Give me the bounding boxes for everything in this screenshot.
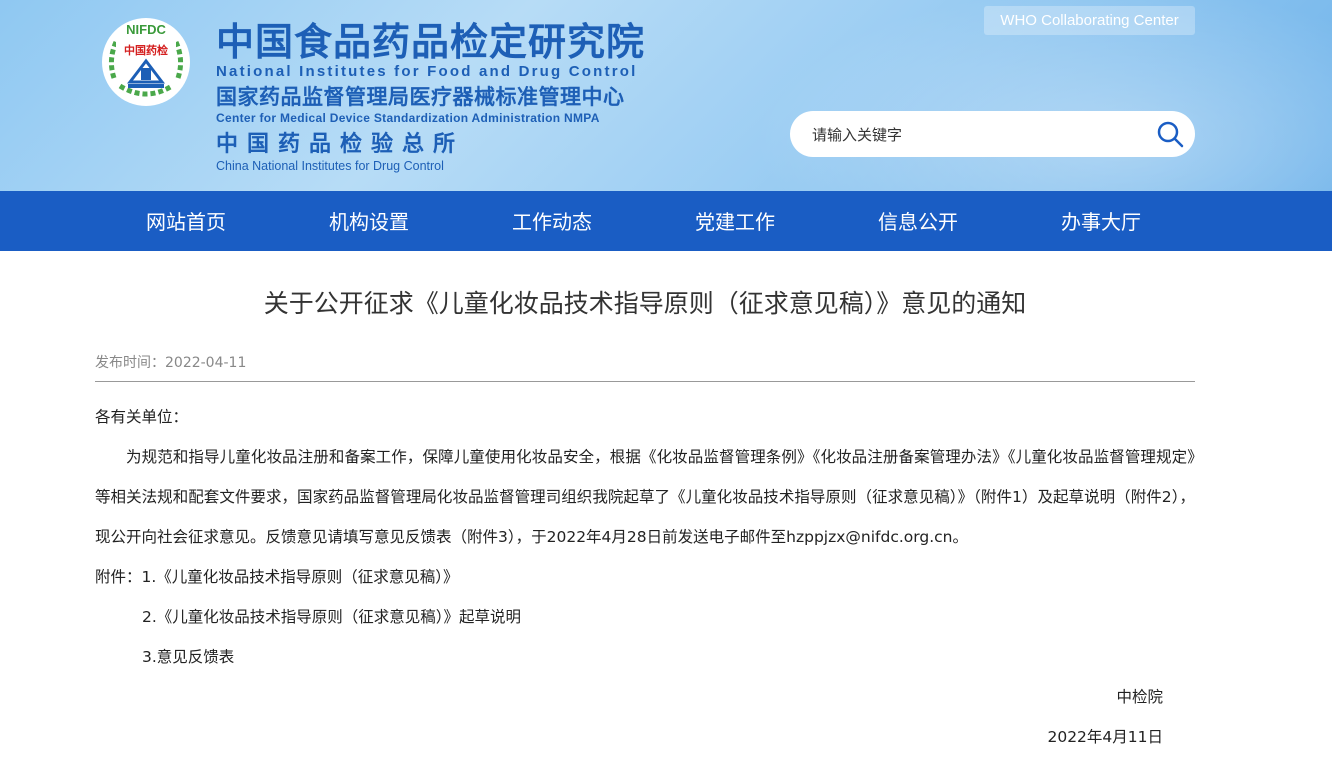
- publish-date: 2022-04-11: [165, 355, 247, 371]
- drug-control-name-en: China National Institutes for Drug Contr…: [216, 159, 444, 173]
- center-name-en: Center for Medical Device Standardizatio…: [216, 111, 600, 125]
- attachment-line-1: 附件：1.《儿童化妆品技术指导原则（征求意见稿）》: [95, 557, 1195, 597]
- attachment-link-1[interactable]: 1.《儿童化妆品技术指导原则（征求意见稿）》: [142, 568, 459, 586]
- attachments-label: 附件：: [95, 568, 142, 586]
- publish-meta: 发布时间：2022-04-11: [95, 352, 246, 374]
- attachment-link-3[interactable]: 3.意见反馈表: [142, 648, 234, 666]
- nav-item-home[interactable]: 网站首页: [146, 191, 226, 251]
- title-divider: [95, 381, 1195, 382]
- nav-item-organization[interactable]: 机构设置: [329, 191, 409, 251]
- sign-date: 2022年4月11日: [1047, 728, 1163, 746]
- nav-item-party-building[interactable]: 党建工作: [695, 191, 775, 251]
- article-title: 关于公开征求《儿童化妆品技术指导原则（征求意见稿）》意见的通知: [263, 289, 1027, 318]
- attachment-line-3: 3.意见反馈表: [95, 637, 1195, 677]
- article-content: 各有关单位： 为规范和指导儿童化妆品注册和备案工作，保障儿童使用化妆品安全，根据…: [95, 397, 1195, 757]
- logo-mid-text: 中国药检: [124, 43, 168, 57]
- drug-control-name-cn: 中国药品检验总所: [216, 132, 465, 157]
- signature: 中检院: [1116, 688, 1163, 706]
- search-box: [790, 111, 1195, 159]
- search-icon[interactable]: [1155, 119, 1185, 149]
- attachment-link-2[interactable]: 2.《儿童化妆品技术指导原则（征求意见稿）》起草说明: [142, 608, 521, 626]
- publish-label: 发布时间：: [95, 355, 165, 371]
- nav-item-info-disclosure[interactable]: 信息公开: [878, 191, 958, 251]
- nifdc-logo[interactable]: NIFDC 中国药检: [100, 16, 192, 108]
- article-body: 为规范和指导儿童化妆品注册和备案工作，保障儿童使用化妆品安全，根据《化妆品监督管…: [95, 448, 1195, 546]
- main-nav: 网站首页 机构设置 工作动态 党建工作 信息公开 办事大厅: [0, 191, 1332, 251]
- salutation: 各有关单位：: [95, 408, 189, 426]
- institute-name-cn: 中国食品药品检定研究院: [216, 20, 646, 64]
- logo-top-text: NIFDC: [126, 22, 166, 37]
- search-input[interactable]: [810, 111, 1144, 159]
- institute-titles: 中国食品药品检定研究院 National Institutes for Food…: [216, 20, 645, 173]
- institute-name-en: National Institutes for Food and Drug Co…: [216, 63, 638, 80]
- attachment-line-2: 2.《儿童化妆品技术指导原则（征求意见稿）》起草说明: [95, 597, 1195, 637]
- nav-item-work-news[interactable]: 工作动态: [512, 191, 592, 251]
- site-header: NIFDC 中国药检 中国食品药品检定研究院 National Institut…: [0, 0, 1332, 191]
- nav-item-service-hall[interactable]: 办事大厅: [1061, 191, 1141, 251]
- center-name-cn: 国家药品监督管理局医疗器械标准管理中心: [216, 85, 625, 109]
- who-collaborating-center-link[interactable]: WHO Collaborating Center: [984, 6, 1195, 35]
